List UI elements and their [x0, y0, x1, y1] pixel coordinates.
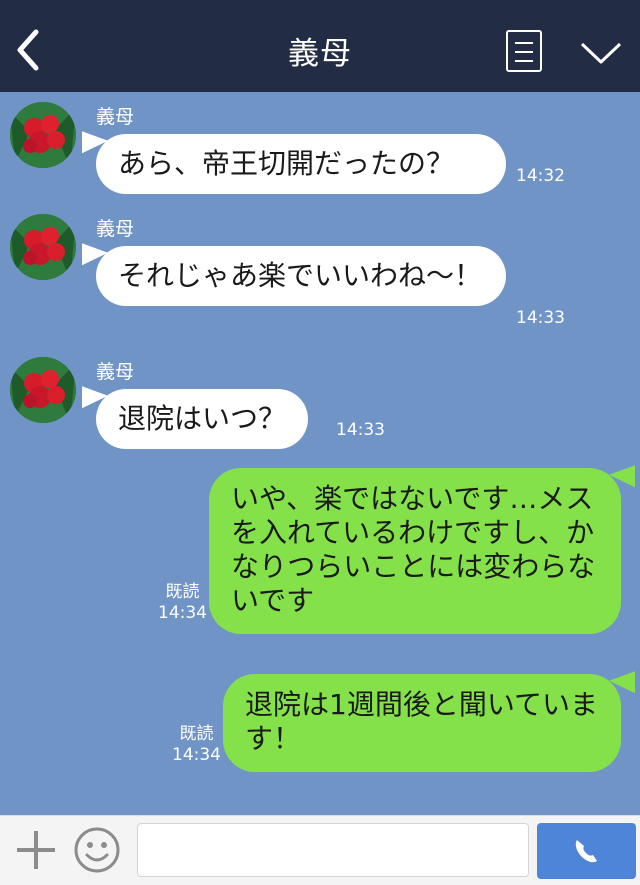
message-meta: 既読 14:34: [172, 724, 221, 766]
menu-button[interactable]: [506, 30, 542, 72]
emoji-button[interactable]: [73, 826, 121, 874]
message-time: 14:33: [516, 308, 565, 328]
message-time: 14:33: [336, 420, 385, 440]
call-button[interactable]: [537, 823, 636, 879]
add-attachment-button[interactable]: [14, 828, 58, 872]
read-receipt: 既読: [165, 582, 200, 602]
phone-icon: [575, 840, 597, 863]
sender-name: 義母: [96, 361, 135, 383]
chat-header: 義母: [0, 0, 640, 92]
message-bubble[interactable]: 退院は1週間後と聞いています！: [223, 674, 621, 772]
message-meta: 既読 14:34: [158, 582, 207, 624]
message-time: 14:32: [516, 166, 565, 186]
avatar-image: [10, 357, 76, 423]
message-bubble[interactable]: いや、楽ではないです…メスを入れているわけですし、かなりつらいことには変わらない…: [209, 468, 621, 634]
chat-title: 義母: [288, 36, 352, 72]
message-input[interactable]: [137, 823, 529, 877]
avatar-image: [10, 102, 76, 168]
sender-name: 義母: [96, 106, 135, 128]
message-time: 14:34: [158, 603, 207, 623]
message-bubble[interactable]: それじゃあ楽でいいわね〜！: [96, 246, 506, 306]
avatar-image: [10, 214, 76, 280]
avatar[interactable]: [10, 102, 76, 168]
message-time: 14:34: [172, 745, 221, 765]
chevron-down-icon: [580, 42, 622, 64]
dropdown-button[interactable]: [578, 38, 624, 68]
sender-name: 義母: [96, 218, 135, 240]
read-receipt: 既読: [179, 724, 214, 744]
avatar[interactable]: [10, 357, 76, 423]
avatar[interactable]: [10, 214, 76, 280]
smiley-icon: [74, 827, 120, 873]
plus-icon: [17, 831, 55, 869]
message-bubble[interactable]: 退院はいつ？: [96, 389, 309, 449]
message-composer: [0, 815, 640, 885]
message-bubble[interactable]: あら、帝王切開だったの？: [96, 134, 506, 194]
